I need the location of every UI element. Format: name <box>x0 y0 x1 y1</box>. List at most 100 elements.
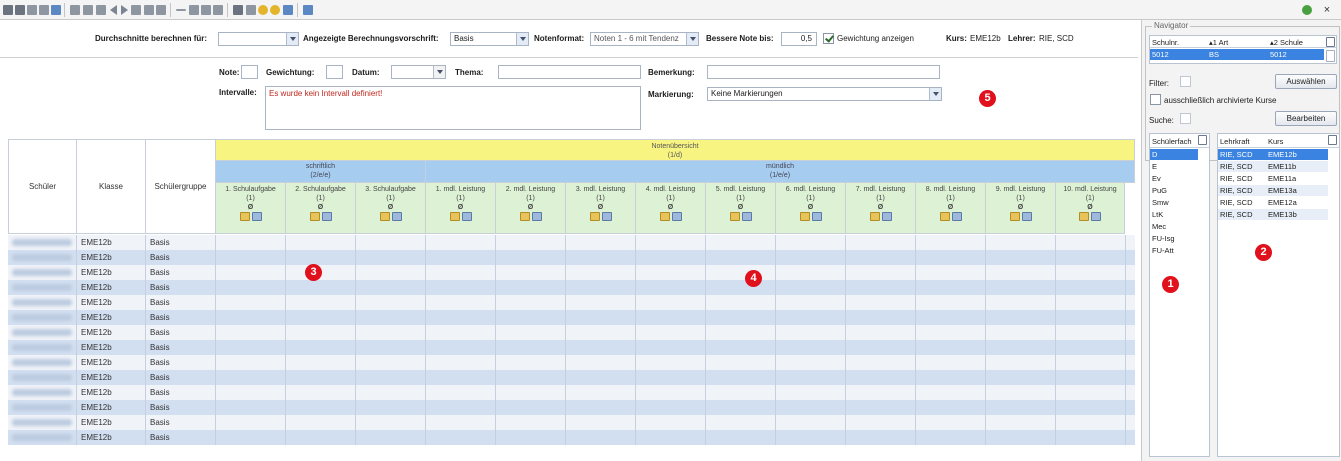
grade-cell[interactable] <box>706 250 776 265</box>
course-header[interactable]: Kurs <box>1268 137 1283 146</box>
grade-cell[interactable] <box>636 235 706 250</box>
student-row[interactable]: EME12b Basis <box>8 340 1135 355</box>
edit-icon[interactable] <box>239 212 250 221</box>
grade-cell[interactable] <box>636 325 706 340</box>
assessment-header[interactable]: 3. mdl. Leistung (1) Ø <box>566 183 636 234</box>
course-item[interactable]: RIE, SCD EME12b <box>1218 149 1328 160</box>
grade-cell[interactable] <box>286 325 356 340</box>
column-chooser-icon[interactable] <box>1326 37 1335 47</box>
table-icon[interactable] <box>70 5 80 15</box>
grade-cell[interactable] <box>496 400 566 415</box>
grade-cell[interactable] <box>986 385 1056 400</box>
grade-cell[interactable] <box>566 370 636 385</box>
group-cell[interactable]: Basis <box>146 400 216 415</box>
grade-cell[interactable] <box>426 370 496 385</box>
edit-button[interactable]: Bearbeiten <box>1275 111 1337 126</box>
grade-cell[interactable] <box>356 325 426 340</box>
settings-icon[interactable] <box>283 5 293 15</box>
grade-cell[interactable] <box>916 325 986 340</box>
assessment-header[interactable]: 1. mdl. Leistung (1) Ø <box>426 183 496 234</box>
help-icon[interactable] <box>303 5 313 15</box>
column-header-student[interactable]: Schüler <box>8 139 77 234</box>
grade-cell[interactable] <box>776 310 846 325</box>
grade-cell[interactable] <box>286 235 356 250</box>
assessment-header[interactable]: 9. mdl. Leistung (1) Ø <box>986 183 1056 234</box>
grade-cell[interactable] <box>706 295 776 310</box>
assessment-header[interactable]: 2. Schulaufgabe (1) Ø <box>286 183 356 234</box>
print-icon[interactable] <box>601 212 612 221</box>
grade-cell[interactable] <box>636 280 706 295</box>
grade-cell[interactable] <box>986 415 1056 430</box>
show-weight-checkbox[interactable] <box>823 33 834 44</box>
grade-cell[interactable] <box>986 295 1056 310</box>
subject-list[interactable]: Schülerfach D E Ev PuG Smw LtK Mec FU-Isg FU-Att <box>1149 133 1210 457</box>
grade-cell[interactable] <box>286 400 356 415</box>
format-dropdown[interactable]: Noten 1 - 6 mit Tendenz <box>590 32 699 46</box>
grade-cell[interactable] <box>636 265 706 280</box>
grade-cell[interactable] <box>706 340 776 355</box>
grade-cell[interactable] <box>216 385 286 400</box>
grade-cell[interactable] <box>566 400 636 415</box>
grade-cell[interactable] <box>216 265 286 280</box>
grade-cell[interactable] <box>846 280 916 295</box>
grade-cell[interactable] <box>636 250 706 265</box>
grade-cell[interactable] <box>216 430 286 445</box>
grade-cell[interactable] <box>986 310 1056 325</box>
grade-cell[interactable] <box>1056 415 1126 430</box>
grade-cell[interactable] <box>566 295 636 310</box>
next-record-icon[interactable] <box>121 5 128 15</box>
class-cell[interactable]: EME12b <box>77 265 146 280</box>
save-icon[interactable] <box>51 5 61 15</box>
grade-cell[interactable] <box>496 325 566 340</box>
grade-cell[interactable] <box>356 340 426 355</box>
class-cell[interactable]: EME12b <box>77 295 146 310</box>
grade-cell[interactable] <box>286 355 356 370</box>
grade-cell[interactable] <box>706 310 776 325</box>
date-picker[interactable] <box>391 65 446 79</box>
course-item[interactable]: RIE, SCD EME13a <box>1218 185 1328 196</box>
grade-cell[interactable] <box>1056 400 1126 415</box>
avg-for-dropdown[interactable] <box>218 32 299 46</box>
edit-icon[interactable] <box>1009 212 1020 221</box>
grade-cell[interactable] <box>1056 310 1126 325</box>
assessment-header[interactable]: 5. mdl. Leistung (1) Ø <box>706 183 776 234</box>
print-icon[interactable] <box>741 212 752 221</box>
grade-cell[interactable] <box>216 280 286 295</box>
minus-icon[interactable] <box>176 9 186 11</box>
student-name-cell[interactable] <box>8 310 77 325</box>
grade-cell[interactable] <box>916 295 986 310</box>
grade-cell[interactable] <box>216 310 286 325</box>
grade-cell[interactable] <box>776 280 846 295</box>
student-row[interactable]: EME12b Basis <box>8 385 1135 400</box>
undo-icon[interactable] <box>27 5 37 15</box>
class-cell[interactable]: EME12b <box>77 280 146 295</box>
grade-cell[interactable] <box>636 340 706 355</box>
close-icon[interactable]: × <box>1320 3 1334 17</box>
print-icon[interactable] <box>951 212 962 221</box>
grade-cell[interactable] <box>1056 430 1126 445</box>
grade-cell[interactable] <box>1056 280 1126 295</box>
grade-cell[interactable] <box>496 265 566 280</box>
grade-cell[interactable] <box>566 385 636 400</box>
print-icon[interactable] <box>233 5 243 15</box>
column-chooser-icon[interactable] <box>1328 135 1337 145</box>
print-icon[interactable] <box>251 212 262 221</box>
subject-item[interactable]: FU-Att <box>1150 245 1198 256</box>
grade-cell[interactable] <box>566 280 636 295</box>
student-row[interactable]: EME12b Basis <box>8 280 1135 295</box>
better-grade-input[interactable]: 0,5 <box>781 32 817 46</box>
subject-item[interactable]: PuG <box>1150 185 1198 196</box>
grade-cell[interactable] <box>776 235 846 250</box>
grade-cell[interactable] <box>426 355 496 370</box>
note-input[interactable] <box>241 65 258 79</box>
assessment-header[interactable]: 7. mdl. Leistung (1) Ø <box>846 183 916 234</box>
group-cell[interactable]: Basis <box>146 280 216 295</box>
grade-cell[interactable] <box>916 400 986 415</box>
grade-cell[interactable] <box>636 370 706 385</box>
grade-cell[interactable] <box>356 235 426 250</box>
student-name-cell[interactable] <box>8 280 77 295</box>
grade-cell[interactable] <box>986 265 1056 280</box>
class-cell[interactable]: EME12b <box>77 430 146 445</box>
grade-cell[interactable] <box>1056 325 1126 340</box>
assessment-header[interactable]: 2. mdl. Leistung (1) Ø <box>496 183 566 234</box>
